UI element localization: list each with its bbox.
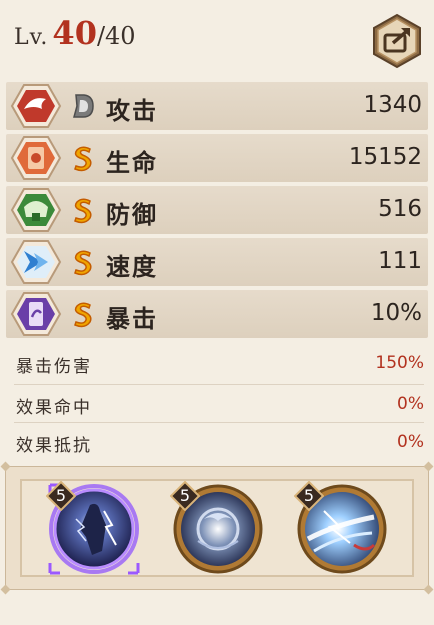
crit-icon — [10, 292, 62, 336]
extra-stat-value: 150% — [375, 353, 424, 373]
stat-row-hp: 生命 15152 — [6, 134, 428, 182]
share-button[interactable] — [369, 13, 425, 69]
level-max: /40 — [96, 22, 136, 50]
stat-row-attack: 攻击 1340 — [6, 82, 428, 130]
stat-row-speed: 速度 111 — [6, 238, 428, 286]
frame-corner — [0, 461, 11, 472]
defense-icon — [10, 188, 62, 232]
stat-value: 111 — [378, 248, 422, 274]
extra-stat-crit-damage: 暴击伤害 150% — [16, 348, 424, 380]
share-icon — [373, 13, 421, 69]
skill-3-button[interactable]: 5 — [294, 481, 390, 577]
extra-stat-value: 0% — [397, 432, 424, 452]
stat-row-crit: 暴击 10% — [6, 290, 428, 338]
extra-stat-label: 暴击伤害 — [16, 357, 92, 377]
level-current: 40 — [52, 14, 97, 52]
extra-stat-label: 效果抵抗 — [16, 436, 92, 456]
speed-icon — [10, 240, 62, 284]
stat-label: 攻击 — [106, 96, 158, 125]
skill-level-text: 5 — [303, 486, 315, 505]
stat-label: 暴击 — [106, 304, 158, 333]
skill-1-button[interactable]: 5 — [46, 481, 142, 577]
attack-icon — [10, 84, 62, 128]
stat-label: 生命 — [106, 148, 158, 177]
frame-corner — [423, 584, 434, 595]
grade-s-icon — [74, 198, 92, 224]
stat-value: 15152 — [348, 144, 422, 170]
frame-corner — [0, 584, 11, 595]
divider — [14, 422, 424, 423]
stat-row-defense: 防御 516 — [6, 186, 428, 234]
extra-stat-label: 效果命中 — [16, 398, 92, 418]
hp-icon — [10, 136, 62, 180]
stat-label: 防御 — [106, 200, 158, 229]
level-prefix: Lv. — [14, 25, 49, 50]
divider — [14, 384, 424, 385]
skill-level-text: 5 — [179, 486, 191, 505]
stat-value: 1340 — [363, 92, 422, 118]
grade-d-icon — [73, 94, 94, 118]
frame-corner — [423, 461, 434, 472]
extra-stat-effect-resist: 效果抵抗 0% — [16, 427, 424, 459]
level-display: Lv. 40 /40 — [14, 14, 136, 54]
skill-level-text: 5 — [55, 486, 67, 505]
extra-stat-effect-hit: 效果命中 0% — [16, 389, 424, 421]
stat-value: 516 — [378, 196, 422, 222]
extra-stat-value: 0% — [397, 394, 424, 414]
stat-label: 速度 — [106, 252, 158, 281]
grade-s-icon — [74, 146, 92, 172]
skill-2-button[interactable]: 5 — [170, 481, 266, 577]
grade-s-icon — [74, 302, 92, 328]
character-stats-panel: Lv. 40 /40 攻击 1340 生命 15152 防御 516 速度 11… — [0, 0, 434, 625]
grade-s-icon — [74, 250, 92, 276]
stat-value: 10% — [370, 300, 422, 326]
